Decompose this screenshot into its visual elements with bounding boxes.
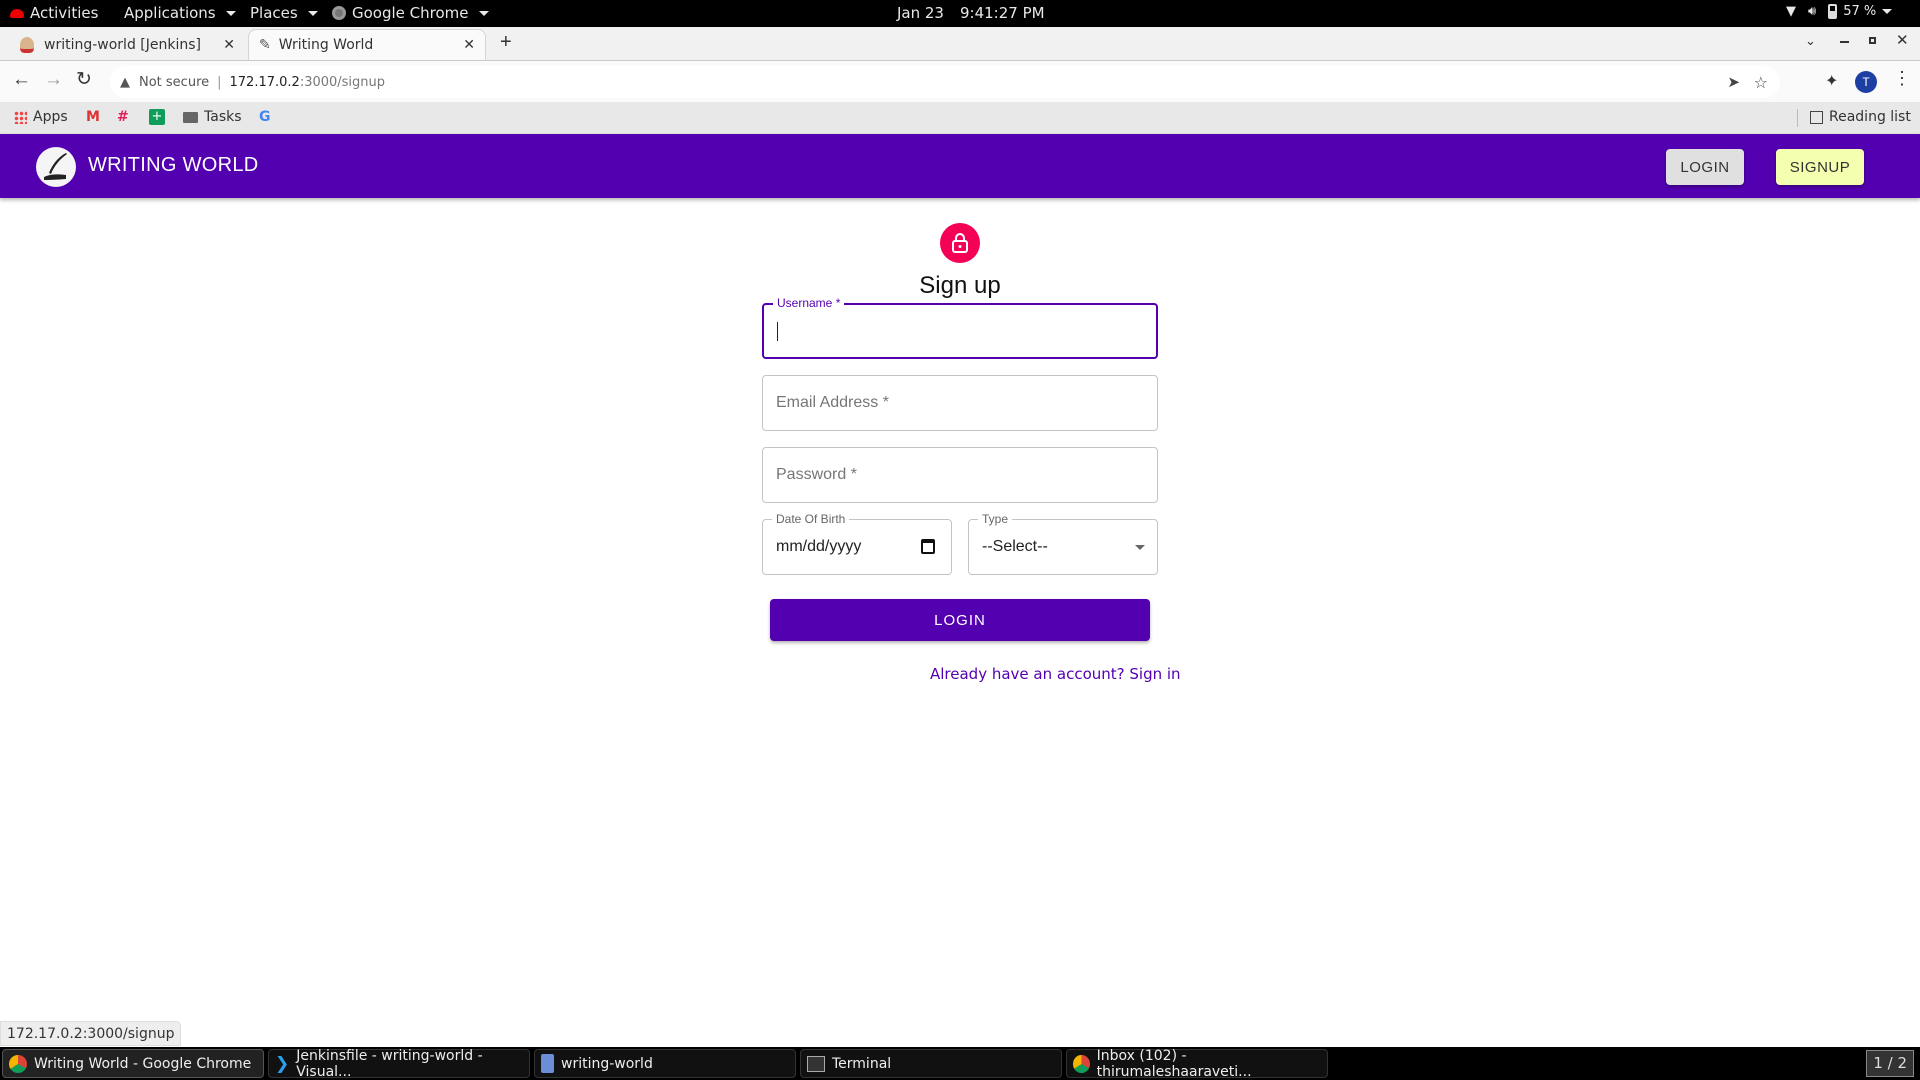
- close-tab-icon[interactable]: ✕: [463, 37, 475, 53]
- calendar-icon[interactable]: [921, 539, 935, 554]
- quill-icon: ✎: [259, 37, 271, 53]
- back-button[interactable]: ←: [12, 69, 31, 91]
- close-tab-icon[interactable]: ✕: [223, 37, 235, 53]
- forward-button[interactable]: →: [44, 69, 63, 91]
- nav-login-button[interactable]: LOGIN: [1666, 149, 1744, 185]
- app-header: WRITING WORLD LOGIN SIGNUP: [0, 134, 1920, 198]
- browser-toolbar: ← → ↻ ▲ Not secure | 172.17.0.2 :3000/si…: [0, 60, 1920, 102]
- sheets-icon: +: [149, 109, 165, 125]
- gmail-icon: M: [86, 109, 100, 125]
- text-cursor: [777, 322, 778, 341]
- username-field[interactable]: Username *: [762, 296, 1158, 359]
- taskbar: Writing World - Google Chrome ❯ Jenkinsf…: [0, 1047, 1920, 1080]
- apps-grid-icon: [14, 110, 27, 124]
- quill-hand-icon: [44, 153, 67, 180]
- battery-icon: [1828, 4, 1838, 19]
- bookmark-google[interactable]: G: [259, 109, 271, 125]
- type-select[interactable]: Type --Select--: [968, 512, 1158, 575]
- jenkins-icon: [20, 36, 34, 53]
- redhat-icon: [10, 8, 24, 18]
- chevron-down-icon: [478, 10, 489, 16]
- bookmarks-bar: Apps M # + Tasks G Reading list: [0, 102, 1920, 134]
- active-app-menu[interactable]: Google Chrome: [332, 4, 489, 22]
- file-manager-icon: [541, 1054, 554, 1073]
- email-field[interactable]: Email Address *: [762, 375, 1158, 431]
- chevron-down-icon: [225, 10, 236, 16]
- lock-icon: [952, 233, 968, 253]
- bookmark-tasks[interactable]: Tasks: [183, 109, 242, 125]
- volume-icon: 🔊︎: [1808, 4, 1817, 19]
- profile-avatar[interactable]: T: [1855, 71, 1877, 93]
- email-placeholder: Email Address *: [776, 394, 889, 411]
- chrome-icon: [9, 1054, 27, 1073]
- chrome-icon: [1073, 1054, 1090, 1073]
- places-menu[interactable]: Places: [250, 4, 318, 22]
- google-icon: G: [259, 109, 271, 125]
- reading-list-button[interactable]: Reading list: [1810, 109, 1911, 125]
- bookmark-slack[interactable]: #: [117, 109, 129, 125]
- date-of-birth-field[interactable]: Date Of Birth mm/dd/yyyy: [762, 512, 952, 575]
- extensions-icon[interactable]: ✦: [1825, 71, 1838, 91]
- wifi-icon: ▼: [1786, 4, 1796, 19]
- chrome-icon: [332, 6, 346, 20]
- brand-title[interactable]: WRITING WORLD: [88, 154, 259, 177]
- warning-icon: ▲: [120, 74, 130, 90]
- password-placeholder: Password *: [776, 466, 857, 483]
- minimize-button[interactable]: [1840, 41, 1849, 43]
- taskbar-item-chrome-writing-world[interactable]: Writing World - Google Chrome: [2, 1049, 264, 1078]
- tab-search-button[interactable]: ⌄: [1805, 33, 1816, 49]
- chevron-down-icon: [307, 10, 318, 16]
- lock-avatar: [940, 223, 980, 263]
- chrome-menu-icon[interactable]: ⋮: [1893, 68, 1911, 89]
- reading-list-icon: [1810, 110, 1823, 124]
- nav-signup-button[interactable]: SIGNUP: [1776, 149, 1864, 185]
- workspace-switcher[interactable]: 1 / 2: [1866, 1050, 1914, 1077]
- folder-icon: [183, 111, 198, 123]
- page-title: Sign up: [919, 272, 1001, 299]
- bookmark-gmail[interactable]: M: [86, 109, 100, 125]
- dob-label: Date Of Birth: [772, 512, 850, 526]
- slack-icon: #: [117, 109, 129, 125]
- dob-value: mm/dd/yyyy: [776, 538, 862, 555]
- taskbar-item-vscode[interactable]: ❯ Jenkinsfile - writing-world - Visual..…: [268, 1048, 530, 1080]
- writing-world-logo[interactable]: [36, 147, 76, 187]
- username-label: Username *: [773, 296, 845, 310]
- reload-button[interactable]: ↻: [76, 68, 92, 91]
- taskbar-item-terminal[interactable]: Terminal: [800, 1049, 1062, 1078]
- link-status-bubble: 172.17.0.2:3000/signup: [0, 1021, 182, 1046]
- system-status-menu[interactable]: ▼ 🔊︎ 57 %: [1786, 4, 1893, 19]
- password-field[interactable]: Password *: [762, 447, 1158, 503]
- vscode-icon: ❯: [275, 1053, 290, 1074]
- new-tab-button[interactable]: +: [500, 31, 512, 54]
- close-window-button[interactable]: ✕: [1896, 31, 1909, 49]
- taskbar-item-file-manager[interactable]: writing-world: [534, 1049, 796, 1078]
- applications-menu[interactable]: Applications: [124, 4, 236, 22]
- send-to-devices-icon[interactable]: ➤: [1727, 73, 1740, 91]
- clock[interactable]: Jan 23 9:41:27 PM: [897, 4, 1045, 22]
- browser-tab-strip: writing-world [Jenkins] ✕ ✎ Writing Worl…: [0, 27, 1920, 60]
- type-selected-value: --Select--: [982, 538, 1048, 555]
- tab-writing-world[interactable]: ✎ Writing World ✕: [248, 29, 486, 60]
- bookmark-apps[interactable]: Apps: [14, 109, 68, 125]
- terminal-icon: [807, 1055, 825, 1072]
- signin-link[interactable]: Already have an account? Sign in: [930, 665, 1181, 683]
- chevron-down-icon: [1882, 9, 1893, 14]
- dropdown-arrow-icon: [1135, 545, 1145, 550]
- maximize-button[interactable]: [1869, 37, 1876, 44]
- bookmark-star-icon[interactable]: ☆: [1754, 73, 1768, 92]
- type-label: Type: [978, 512, 1013, 526]
- tab-jenkins[interactable]: writing-world [Jenkins] ✕: [10, 29, 245, 60]
- system-top-bar: Activities Applications Places Google Ch…: [0, 0, 1920, 27]
- address-bar[interactable]: ▲ Not secure | 172.17.0.2 :3000/signup ➤…: [110, 66, 1780, 98]
- bookmark-sheets[interactable]: +: [149, 109, 165, 125]
- activities-button[interactable]: Activities: [10, 4, 98, 22]
- taskbar-item-chrome-inbox[interactable]: Inbox (102) - thirumaleshaaraveti...: [1066, 1048, 1328, 1080]
- submit-button[interactable]: LOGIN: [770, 599, 1150, 641]
